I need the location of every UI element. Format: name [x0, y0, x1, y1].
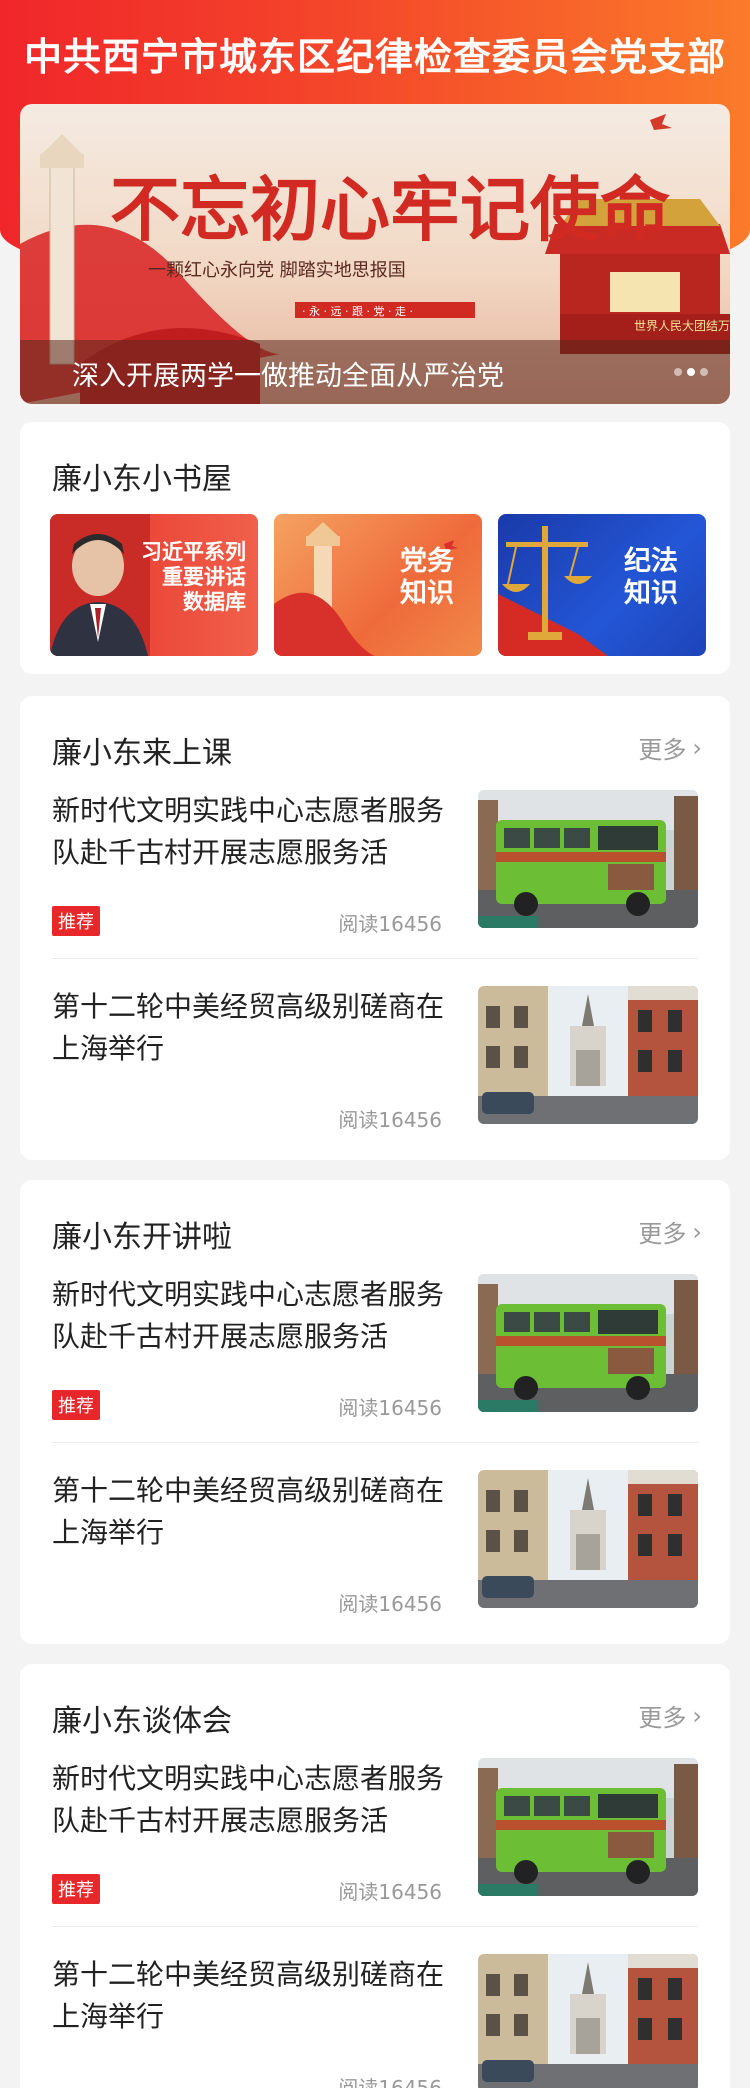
carousel-dot[interactable] [674, 368, 682, 376]
article-item[interactable]: 第十二轮中美经贸高级别磋商在上海举行 阅读16456 [52, 1954, 698, 2088]
article-thumbnail [478, 1758, 698, 1896]
more-link[interactable]: 更多 › [638, 730, 702, 765]
read-count: 阅读16456 [338, 1592, 442, 1616]
tile-3-line-1: 纪法 [624, 546, 678, 577]
divider [52, 1926, 698, 1927]
article-thumbnail [478, 1274, 698, 1412]
section-class-card: 廉小东来上课 更多 › 新时代文明实践中心志愿者服务队赴千古村开展志愿服务活 推… [20, 696, 730, 1160]
section-lecture-card: 廉小东开讲啦 更多 › 新时代文明实践中心志愿者服务队赴千古村开展志愿服务活 推… [20, 1180, 730, 1644]
tile-1-line-3: 数据库 [183, 590, 246, 615]
carousel-dot-active[interactable] [687, 368, 695, 376]
tile-2-line-2: 知识 [400, 578, 454, 610]
article-title: 第十二轮中美经贸高级别磋商在上海举行 [52, 1474, 445, 1549]
article-thumbnail [478, 790, 698, 928]
article-title: 新时代文明实践中心志愿者服务队赴千古村开展志愿服务活 [52, 794, 445, 869]
carousel-dots[interactable] [674, 368, 708, 376]
chevron-right-icon: › [692, 733, 702, 762]
article-title: 第十二轮中美经贸高级别磋商在上海举行 [52, 990, 445, 1065]
banner-subline: 一颗红心永向党 脚踏实地思报国 [148, 260, 406, 281]
bookstore-card: 廉小东小书屋 习近平系列 重要讲话 数据库 党务 知识 纪法 知识 [20, 422, 730, 674]
more-label: 更多 [638, 1704, 687, 1732]
section-title: 廉小东来上课 [52, 736, 232, 771]
tile-1-line-1: 习近平系列 [141, 540, 246, 564]
article-item[interactable]: 第十二轮中美经贸高级别磋商在上海举行 阅读16456 [52, 1470, 698, 1666]
article-title: 新时代文明实践中心志愿者服务队赴千古村开展志愿服务活 [52, 1278, 445, 1353]
article-item[interactable]: 新时代文明实践中心志愿者服务队赴千古村开展志愿服务活 推荐 阅读16456 [52, 1758, 698, 1954]
more-label: 更多 [638, 736, 687, 764]
divider [52, 1442, 698, 1443]
recommend-badge: 推荐 [52, 906, 100, 936]
tile-3-line-2: 知识 [624, 578, 678, 610]
chevron-right-icon: › [692, 1217, 702, 1246]
read-count: 阅读16456 [338, 1880, 442, 1904]
read-count: 阅读16456 [338, 1396, 442, 1420]
banner-carousel[interactable]: 世界人民大团结万岁 不忘初心牢记使命 一颗红心永向党 脚踏实地思报国 · 永 ·… [20, 104, 730, 404]
banner-motto: · 永 · 远 · 跟 · 党 · 走 · [302, 304, 413, 318]
app-title: 中共西宁市城东区纪律检查委员会党支部 [23, 35, 726, 79]
tile-party-knowledge[interactable]: 党务 知识 [274, 514, 482, 656]
banner-sign: 世界人民大团结万岁 [634, 318, 730, 333]
divider [52, 958, 698, 959]
article-thumbnail [478, 986, 698, 1124]
read-count: 阅读16456 [338, 2076, 442, 2088]
bookstore-title: 廉小东小书屋 [52, 462, 232, 497]
more-label: 更多 [638, 1220, 687, 1248]
carousel-dot[interactable] [700, 368, 708, 376]
article-item[interactable]: 新时代文明实践中心志愿者服务队赴千古村开展志愿服务活 推荐 阅读16456 [52, 1274, 698, 1470]
banner-caption: 深入开展两学一做推动全面从严治党 [72, 361, 504, 392]
section-experience-card: 廉小东谈体会 更多 › 新时代文明实践中心志愿者服务队赴千古村开展志愿服务活 推… [20, 1664, 730, 2088]
read-count: 阅读16456 [338, 912, 442, 936]
more-link[interactable]: 更多 › [638, 1214, 702, 1249]
article-item[interactable]: 第十二轮中美经贸高级别磋商在上海举行 阅读16456 [52, 986, 698, 1182]
article-thumbnail [478, 1954, 698, 2088]
article-item[interactable]: 新时代文明实践中心志愿者服务队赴千古村开展志愿服务活 推荐 阅读16456 [52, 790, 698, 986]
recommend-badge: 推荐 [52, 1390, 100, 1420]
banner-headline: 不忘初心牢记使命 [110, 168, 670, 251]
tile-law-knowledge[interactable]: 纪法 知识 [498, 514, 706, 656]
banner-caption-bar: 深入开展两学一做推动全面从严治党 [20, 340, 730, 404]
section-title: 廉小东开讲啦 [52, 1220, 232, 1255]
read-count: 阅读16456 [338, 1108, 442, 1132]
tile-1-line-2: 重要讲话 [162, 565, 246, 590]
section-title: 廉小东谈体会 [52, 1704, 232, 1739]
more-link[interactable]: 更多 › [638, 1698, 702, 1733]
article-thumbnail [478, 1470, 698, 1608]
tile-speech-database[interactable]: 习近平系列 重要讲话 数据库 [50, 514, 258, 656]
article-title: 第十二轮中美经贸高级别磋商在上海举行 [52, 1958, 445, 2033]
chevron-right-icon: › [692, 1701, 702, 1730]
tile-2-line-1: 党务 [400, 546, 454, 577]
recommend-badge: 推荐 [52, 1874, 100, 1904]
article-title: 新时代文明实践中心志愿者服务队赴千古村开展志愿服务活 [52, 1762, 445, 1837]
